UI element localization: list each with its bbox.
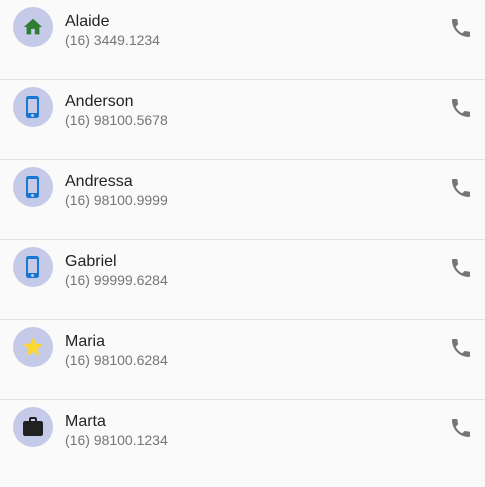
contact-phone: (16) 98100.1234 [65, 432, 168, 448]
contact-avatar [13, 167, 53, 207]
contact-list-item[interactable]: Maria (16) 98100.6284 [0, 320, 485, 400]
phone-icon[interactable] [449, 96, 473, 120]
contact-list: Alaide (16) 3449.1234 Anderson (16) 9810… [0, 0, 485, 479]
contact-name: Maria [65, 333, 106, 350]
contact-phone: (16) 3449.1234 [65, 32, 160, 48]
smartphone-icon [26, 176, 39, 198]
contact-avatar [13, 247, 53, 287]
contact-avatar [13, 87, 53, 127]
contact-avatar [13, 407, 53, 447]
contact-name: Marta [65, 413, 106, 430]
phone-icon[interactable] [449, 416, 473, 440]
briefcase-icon [23, 417, 43, 436]
contact-list-item[interactable]: Anderson (16) 98100.5678 [0, 80, 485, 160]
contact-list-item[interactable]: Alaide (16) 3449.1234 [0, 0, 485, 80]
phone-icon[interactable] [449, 336, 473, 360]
phone-icon[interactable] [449, 256, 473, 280]
contact-list-item[interactable]: Marta (16) 98100.1234 [0, 400, 485, 479]
contact-phone: (16) 99999.6284 [65, 272, 168, 288]
smartphone-icon [26, 256, 39, 278]
contact-phone: (16) 98100.9999 [65, 192, 168, 208]
contact-list-item[interactable]: Gabriel (16) 99999.6284 [0, 240, 485, 320]
phone-icon[interactable] [449, 16, 473, 40]
contact-name: Anderson [65, 93, 134, 110]
contact-name: Andressa [65, 173, 133, 190]
contact-phone: (16) 98100.5678 [65, 112, 168, 128]
contact-list-item[interactable]: Andressa (16) 98100.9999 [0, 160, 485, 240]
contact-avatar [13, 327, 53, 367]
home-icon [23, 18, 43, 35]
contact-name: Alaide [65, 13, 110, 30]
phone-icon[interactable] [449, 176, 473, 200]
star-icon [23, 337, 43, 356]
contact-phone: (16) 98100.6284 [65, 352, 168, 368]
contact-name: Gabriel [65, 253, 117, 270]
contact-avatar [13, 7, 53, 47]
smartphone-icon [26, 96, 39, 118]
